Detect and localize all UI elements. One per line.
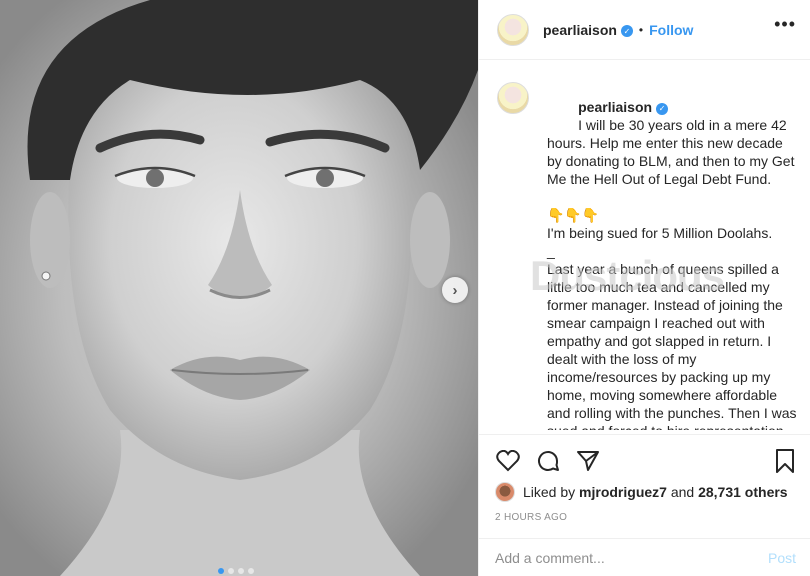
caption-avatar[interactable] bbox=[497, 82, 529, 114]
carousel-next-button[interactable]: › bbox=[442, 277, 468, 303]
liker-avatar[interactable] bbox=[495, 482, 515, 502]
portrait-image bbox=[27, 0, 478, 576]
caption-text-sued: I'm being sued for 5 Million Doolahs. bbox=[547, 225, 773, 241]
separator-dot: • bbox=[638, 22, 644, 37]
caption-body: pearliaison ✓ I will be 30 years old in a… bbox=[547, 80, 798, 430]
share-button[interactable] bbox=[575, 448, 601, 474]
caption: pearliaison ✓ I will be 30 years old in a… bbox=[497, 80, 798, 430]
carousel-dot bbox=[238, 568, 244, 574]
verified-badge-icon: ✓ bbox=[620, 25, 633, 37]
liker-username[interactable]: mjrodriguez7 bbox=[579, 484, 667, 500]
post-comment-button[interactable]: Post bbox=[768, 550, 796, 566]
caption-separator: _ bbox=[547, 243, 555, 259]
bookmark-icon bbox=[776, 448, 794, 473]
heart-icon bbox=[496, 449, 520, 471]
caption-text-intro: I will be 30 years old in a mere 42 hour… bbox=[547, 117, 798, 187]
save-button[interactable] bbox=[772, 448, 798, 474]
post-timestamp[interactable]: 2 HOURS AGO bbox=[495, 512, 567, 523]
pointing-down-emoji: 👇👇👇 bbox=[547, 207, 600, 223]
comment-button[interactable] bbox=[535, 448, 561, 474]
verified-badge-icon: ✓ bbox=[656, 103, 669, 115]
likes-and: and bbox=[670, 484, 695, 500]
likes-prefix: Liked by bbox=[523, 484, 576, 500]
like-button[interactable] bbox=[495, 448, 521, 474]
carousel-dot bbox=[248, 568, 254, 574]
more-options-icon[interactable]: ••• bbox=[774, 14, 796, 35]
follow-button[interactable]: Follow bbox=[649, 22, 693, 38]
carousel-dot bbox=[218, 568, 224, 574]
carousel-dot bbox=[228, 568, 234, 574]
post-photo[interactable]: › bbox=[0, 0, 478, 576]
post-details-panel: pearliaison ✓ • Follow ••• pearliaison ✓ I… bbox=[478, 0, 810, 576]
likes-count-link[interactable]: 28,731 others bbox=[698, 484, 788, 500]
chevron-right-icon: › bbox=[452, 281, 458, 299]
caption-username[interactable]: pearliaison ✓ bbox=[578, 99, 669, 115]
comment-bar: Post bbox=[479, 538, 810, 576]
comment-input[interactable] bbox=[495, 549, 768, 566]
caption-text-story: Last year a bunch of queens spilled a li… bbox=[547, 261, 797, 430]
comment-icon bbox=[538, 450, 559, 471]
post-header: pearliaison ✓ • Follow ••• bbox=[479, 0, 810, 60]
likes-summary: Liked by mjrodriguez7 and 28,731 others bbox=[495, 482, 788, 502]
action-bar bbox=[479, 434, 810, 486]
author-username[interactable]: pearliaison ✓ bbox=[543, 22, 633, 38]
avatar[interactable] bbox=[497, 13, 529, 46]
carousel-indicator bbox=[218, 568, 254, 574]
share-icon bbox=[577, 450, 599, 471]
